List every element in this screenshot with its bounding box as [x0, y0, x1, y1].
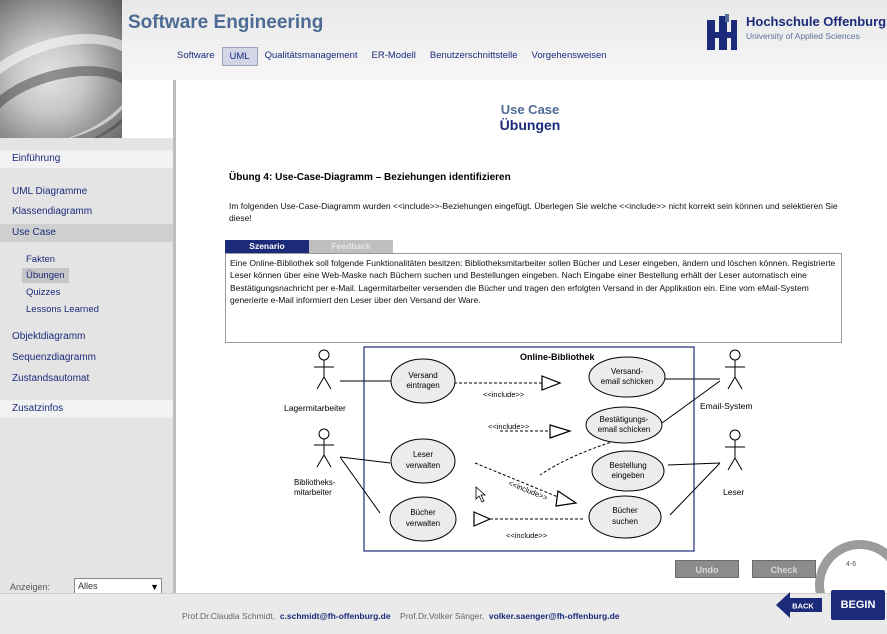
top-nav: Software UML Qualitätsmanagement ER-Mode… [170, 47, 614, 66]
sidebar-item-objektdiagramm[interactable]: Objektdiagramm [0, 328, 173, 346]
sidebar-item-zustandsautomat[interactable]: Zustandsautomat [0, 370, 173, 388]
svg-text:eintragen: eintragen [406, 381, 439, 390]
svg-text:Bücher: Bücher [410, 508, 436, 517]
page-header: Use Case Übungen [180, 102, 880, 133]
actor-bibliotheksmitarbeiter-label-2: mitarbeiter [294, 488, 332, 497]
sidebar-item-uml-diagramme[interactable]: UML Diagramme [0, 183, 173, 201]
page-kicker: Use Case [500, 102, 560, 117]
content-tabs: Szenario Feedback [225, 240, 393, 253]
scenario-text: Eine Online-Bibliothek soll folgende Fun… [225, 253, 842, 343]
svg-text:verwalten: verwalten [406, 519, 440, 528]
app-title: Software Engineering [128, 12, 324, 33]
sidebar-sub-uebungen[interactable]: Übungen [22, 268, 69, 283]
sidebar-item-klassendiagramm[interactable]: Klassendiagramm [0, 203, 173, 221]
sidebar-item-use-case[interactable]: Use Case [0, 224, 173, 242]
chevron-down-icon: ▼ [150, 582, 159, 592]
usecase-buecher-suchen: Bücher suchen [588, 495, 662, 539]
back-button-label: BACK [792, 602, 814, 611]
tab-szenario[interactable]: Szenario [225, 240, 309, 253]
actor-bibliotheksmitarbeiter-icon [314, 428, 334, 468]
exercise-instructions: Im folgenden Use-Case-Diagramm wurden <<… [229, 201, 838, 223]
svg-text:Versand: Versand [408, 371, 437, 380]
show-filter-value: Alles [78, 581, 98, 591]
sidebar-sub-lessons-learned[interactable]: Lessons Learned [22, 302, 103, 317]
sidebar-divider [173, 80, 176, 593]
sidebar-sub-quizzes[interactable]: Quizzes [22, 285, 64, 300]
show-filter-label: Anzeigen: [10, 582, 51, 592]
footer-credits: Prof.Dr.Claudia Schmidt, c.schmidt@fh-of… [182, 611, 620, 621]
system-name: Online-Bibliothek [520, 352, 595, 362]
usecase-bestellung-eingeben: Bestellung eingeben [591, 450, 665, 492]
nav-tab-uml[interactable]: UML [221, 47, 258, 66]
university-name: Hochschule Offenburg [746, 14, 887, 29]
show-filter-select[interactable]: Alles ▼ [74, 578, 162, 594]
page-title: Übungen [499, 117, 561, 133]
include-label-1: <<include>> [483, 390, 525, 399]
usecase-bestaetigungsemail-schicken: Bestätigungs- email schicken [585, 406, 663, 444]
usecase-leser-verwalten: Leser verwalten [390, 438, 456, 484]
sidebar-sub-fakten[interactable]: Fakten [22, 252, 59, 267]
app-window: Software Engineering Software UML Qualit… [0, 0, 887, 634]
sidebar-item-sequenzdiagramm[interactable]: Sequenzdiagramm [0, 349, 173, 367]
footer-email-2[interactable]: volker.saenger@fh-offenburg.de [489, 611, 620, 621]
svg-text:Bücher: Bücher [612, 506, 638, 515]
svg-text:email schicken: email schicken [601, 377, 653, 386]
actor-email-system-icon [725, 349, 745, 390]
actor-email-system-label: Email-System [700, 401, 752, 411]
usecase-buecher-verwalten: Bücher verwalten [389, 496, 457, 542]
sidebar-item-zusatzinfos[interactable]: Zusatzinfos [0, 400, 173, 418]
actor-leser-label: Leser [723, 487, 744, 497]
svg-text:Bestätigungs-: Bestätigungs- [600, 415, 649, 424]
exercise-title: Übung 4: Use-Case-Diagramm – Beziehungen… [229, 172, 511, 183]
actor-leser-icon [725, 429, 745, 471]
actor-lagermitarbeiter-icon [314, 349, 334, 390]
nav-tab-er-modell[interactable]: ER-Modell [365, 47, 423, 66]
back-button[interactable]: BACK [776, 590, 822, 620]
svg-text:Bestellung: Bestellung [609, 461, 646, 470]
include-label-2: <<include>> [488, 422, 530, 431]
begin-button[interactable]: BEGIN [831, 590, 885, 620]
usecase-versand-eintragen: Versand eintragen [390, 358, 456, 404]
tab-feedback[interactable]: Feedback [309, 240, 393, 253]
svg-text:eingeben: eingeben [612, 471, 645, 480]
footer-author-2: Prof.Dr.Volker Sänger, [400, 611, 485, 621]
header-photo [0, 0, 122, 138]
sidebar-item-einfuehrung[interactable]: Einführung [0, 150, 173, 168]
footer-email-1[interactable]: c.schmidt@fh-offenburg.de [280, 611, 391, 621]
check-button[interactable]: Check [752, 560, 816, 578]
svg-text:verwalten: verwalten [406, 461, 440, 470]
nav-tab-software[interactable]: Software [170, 47, 222, 66]
university-logo-icon [707, 14, 737, 50]
university-subtitle: University of Applied Sciences [746, 31, 860, 41]
nav-tab-qualitaetsmanagement[interactable]: Qualitätsmanagement [258, 47, 365, 66]
use-case-diagram: Online-Bibliothek Lagermitarbeiter Bibli… [280, 345, 780, 555]
nav-tab-vorgehensweisen[interactable]: Vorgehensweisen [525, 47, 614, 66]
include-label-4: <<include>> [506, 531, 548, 540]
usecase-versandemail-schicken: Versand- email schicken [588, 356, 666, 398]
nav-tab-benutzerschnittstelle[interactable]: Benutzerschnittstelle [423, 47, 525, 66]
svg-text:email schicken: email schicken [598, 425, 650, 434]
svg-text:Versand-: Versand- [611, 367, 643, 376]
actor-lagermitarbeiter-label: Lagermitarbeiter [284, 403, 346, 413]
svg-text:suchen: suchen [612, 517, 638, 526]
svg-text:Leser: Leser [413, 450, 433, 459]
actor-bibliotheksmitarbeiter-label-1: Bibliotheks- [294, 478, 336, 487]
undo-button[interactable]: Undo [675, 560, 739, 578]
page-counter: 4-6 [846, 561, 857, 568]
footer-author-1: Prof.Dr.Claudia Schmidt, [182, 611, 276, 621]
